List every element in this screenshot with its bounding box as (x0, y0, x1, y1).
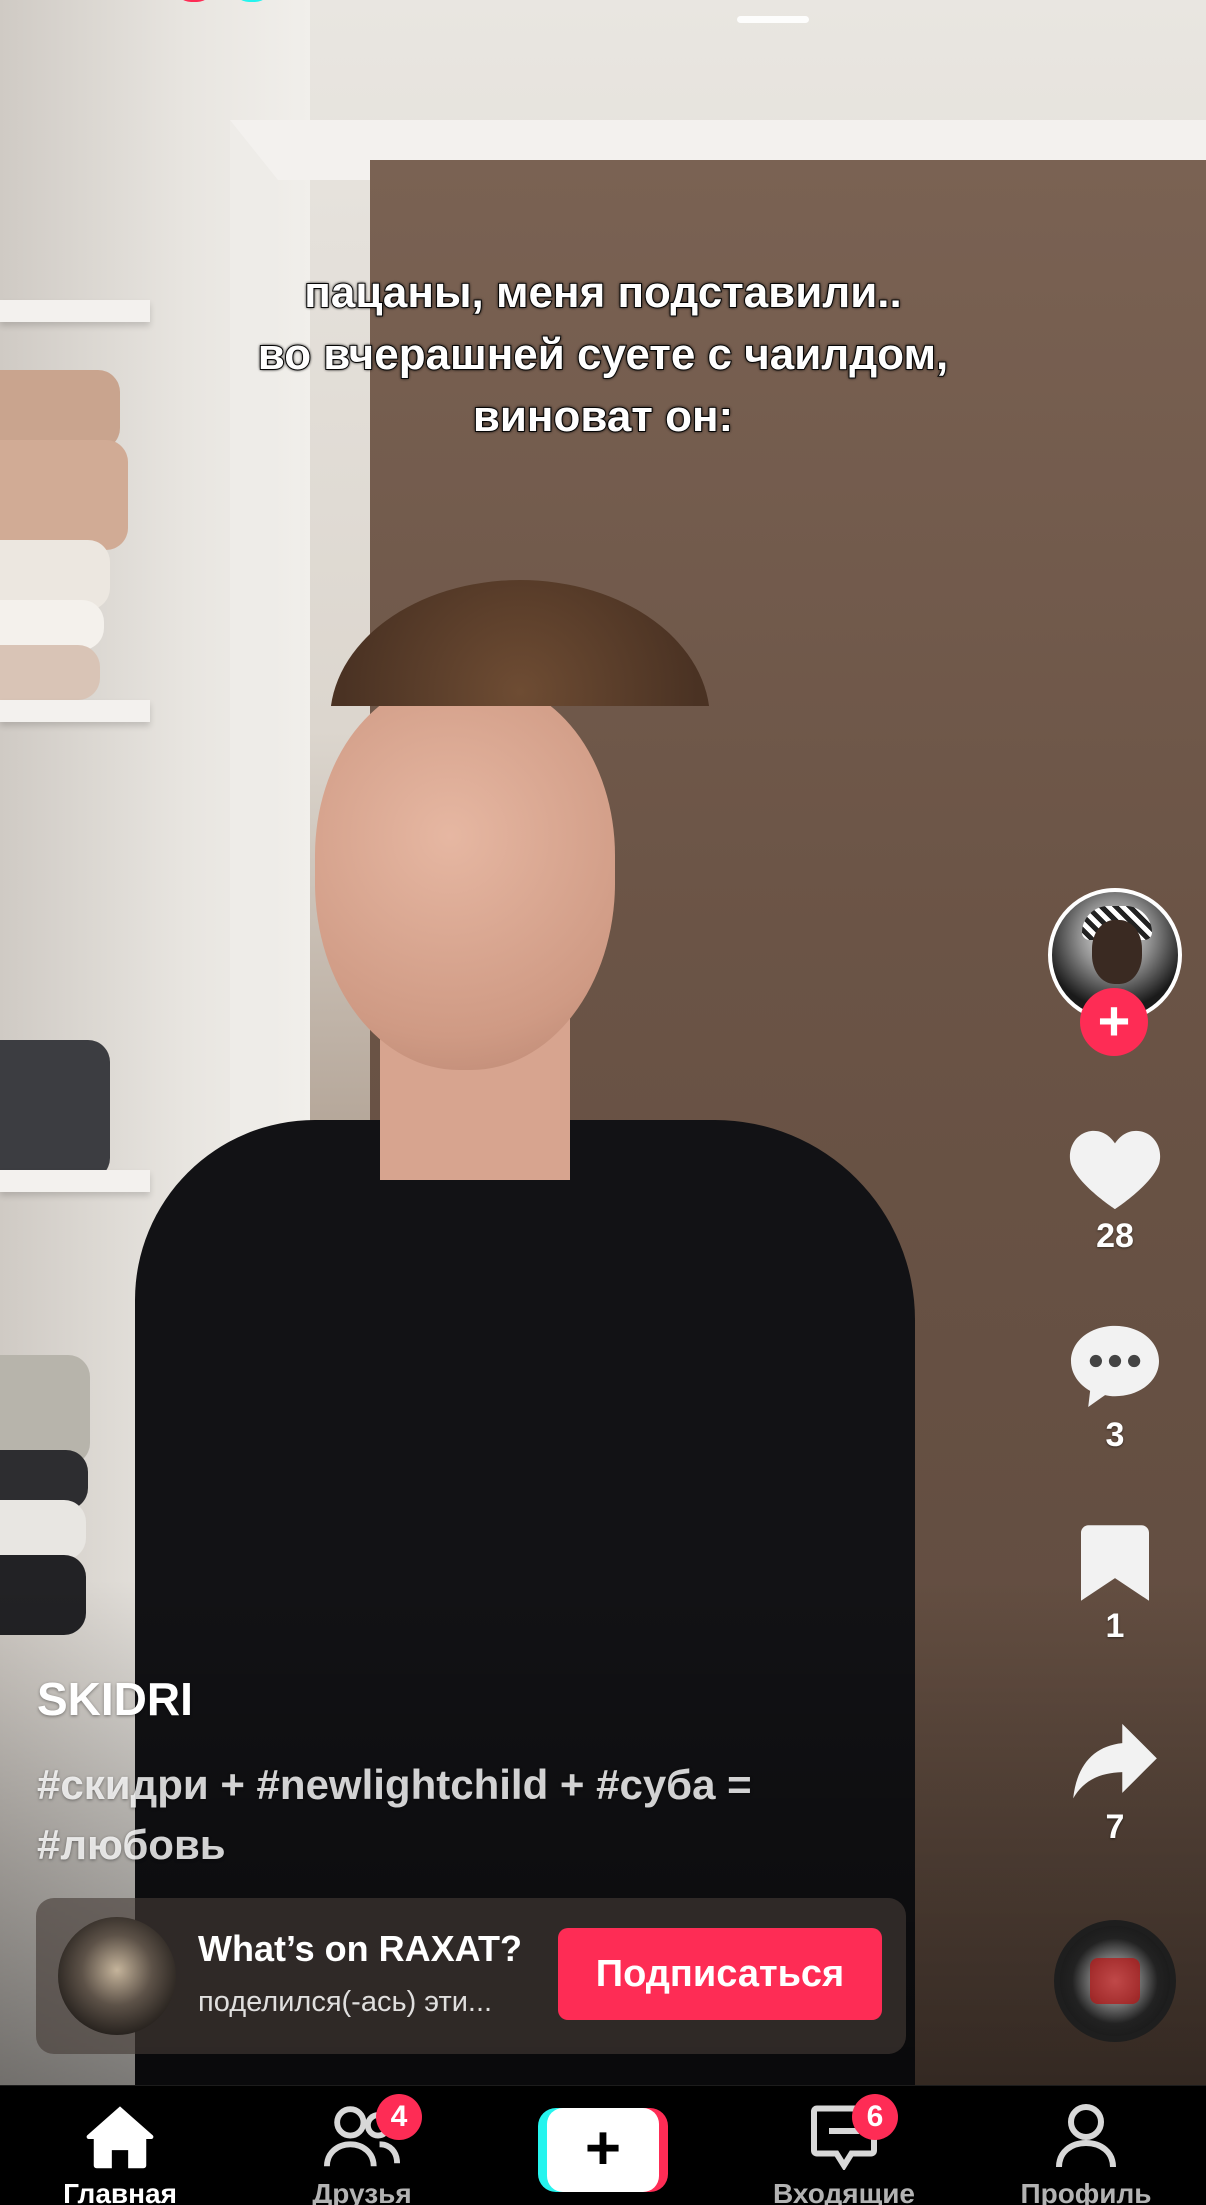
like-button[interactable]: 28 (1060, 1125, 1170, 1256)
heart-icon (1069, 1130, 1161, 1210)
share-button[interactable]: 7 (1060, 1722, 1170, 1847)
author-name[interactable]: SKIDRI (37, 1672, 193, 1726)
home-icon (86, 2106, 154, 2169)
comment-button[interactable]: 3 (1060, 1322, 1170, 1455)
friends-badge: 4 (376, 2094, 422, 2140)
person-face (315, 680, 615, 1070)
tab-profile[interactable]: Профиль (986, 2086, 1186, 2205)
bookmark-count: 1 (1105, 1607, 1125, 1645)
tab-inbox[interactable]: Входящие 6 (744, 2086, 944, 2205)
bookmark-icon (1081, 1525, 1149, 1601)
caption-line: виноват он: (472, 391, 734, 442)
post-description[interactable]: #скидри + #newlightchild + #суба = #любо… (37, 1755, 897, 1875)
shelf (0, 300, 150, 322)
tab-label: Друзья (312, 2178, 412, 2205)
caption-line: пацаны, меня подставили.. (303, 267, 902, 318)
bookmark-button[interactable]: 1 (1060, 1525, 1170, 1646)
tab-label: Входящие (773, 2178, 915, 2205)
share-icon (1073, 1723, 1157, 1799)
promo-card[interactable]: What’s on RAXAT? поделился(-ась) эти... … (36, 1898, 906, 2054)
like-count: 28 (1096, 1217, 1134, 1255)
comment-icon (1071, 1325, 1159, 1407)
tab-friends[interactable]: Друзья 4 (262, 2086, 462, 2205)
video-caption: пацаны, меня подставили.. во вчерашней с… (150, 262, 1056, 448)
pull-indicator (737, 16, 809, 23)
folded-clothes (0, 645, 100, 700)
tab-home[interactable]: Главная (20, 2086, 220, 2205)
shelf (0, 1170, 150, 1192)
caption-line: во вчерашней суете с чаилдом, (257, 329, 950, 380)
bottom-tab-bar: Главная Друзья 4 + Входящие 6 Профиль (0, 2085, 1206, 2205)
comment-count: 3 (1105, 1416, 1125, 1454)
folded-clothes (0, 440, 128, 550)
music-disc[interactable] (1054, 1920, 1176, 2042)
tab-label: Главная (63, 2178, 177, 2205)
promo-thumbnail (58, 1917, 176, 2035)
profile-icon (1056, 2104, 1116, 2168)
status-dots (175, 0, 275, 6)
promo-title: What’s on RAXAT? (198, 1928, 522, 1969)
create-button[interactable]: + (538, 2108, 668, 2192)
follow-button[interactable]: + (1080, 988, 1148, 1056)
shelf (0, 700, 150, 722)
plus-icon: + (547, 2108, 659, 2192)
inbox-badge: 6 (852, 2094, 898, 2140)
tab-label: Профиль (1020, 2178, 1152, 2205)
folded-clothes (0, 370, 120, 450)
folded-clothes (0, 1500, 86, 1560)
subscribe-button[interactable]: Подписаться (558, 1928, 882, 2020)
folded-clothes (0, 1355, 90, 1465)
share-count: 7 (1105, 1808, 1125, 1846)
folded-clothes (0, 1040, 110, 1180)
folded-clothes (0, 600, 104, 650)
promo-subtitle: поделился(-ась) эти... (198, 1986, 493, 2018)
